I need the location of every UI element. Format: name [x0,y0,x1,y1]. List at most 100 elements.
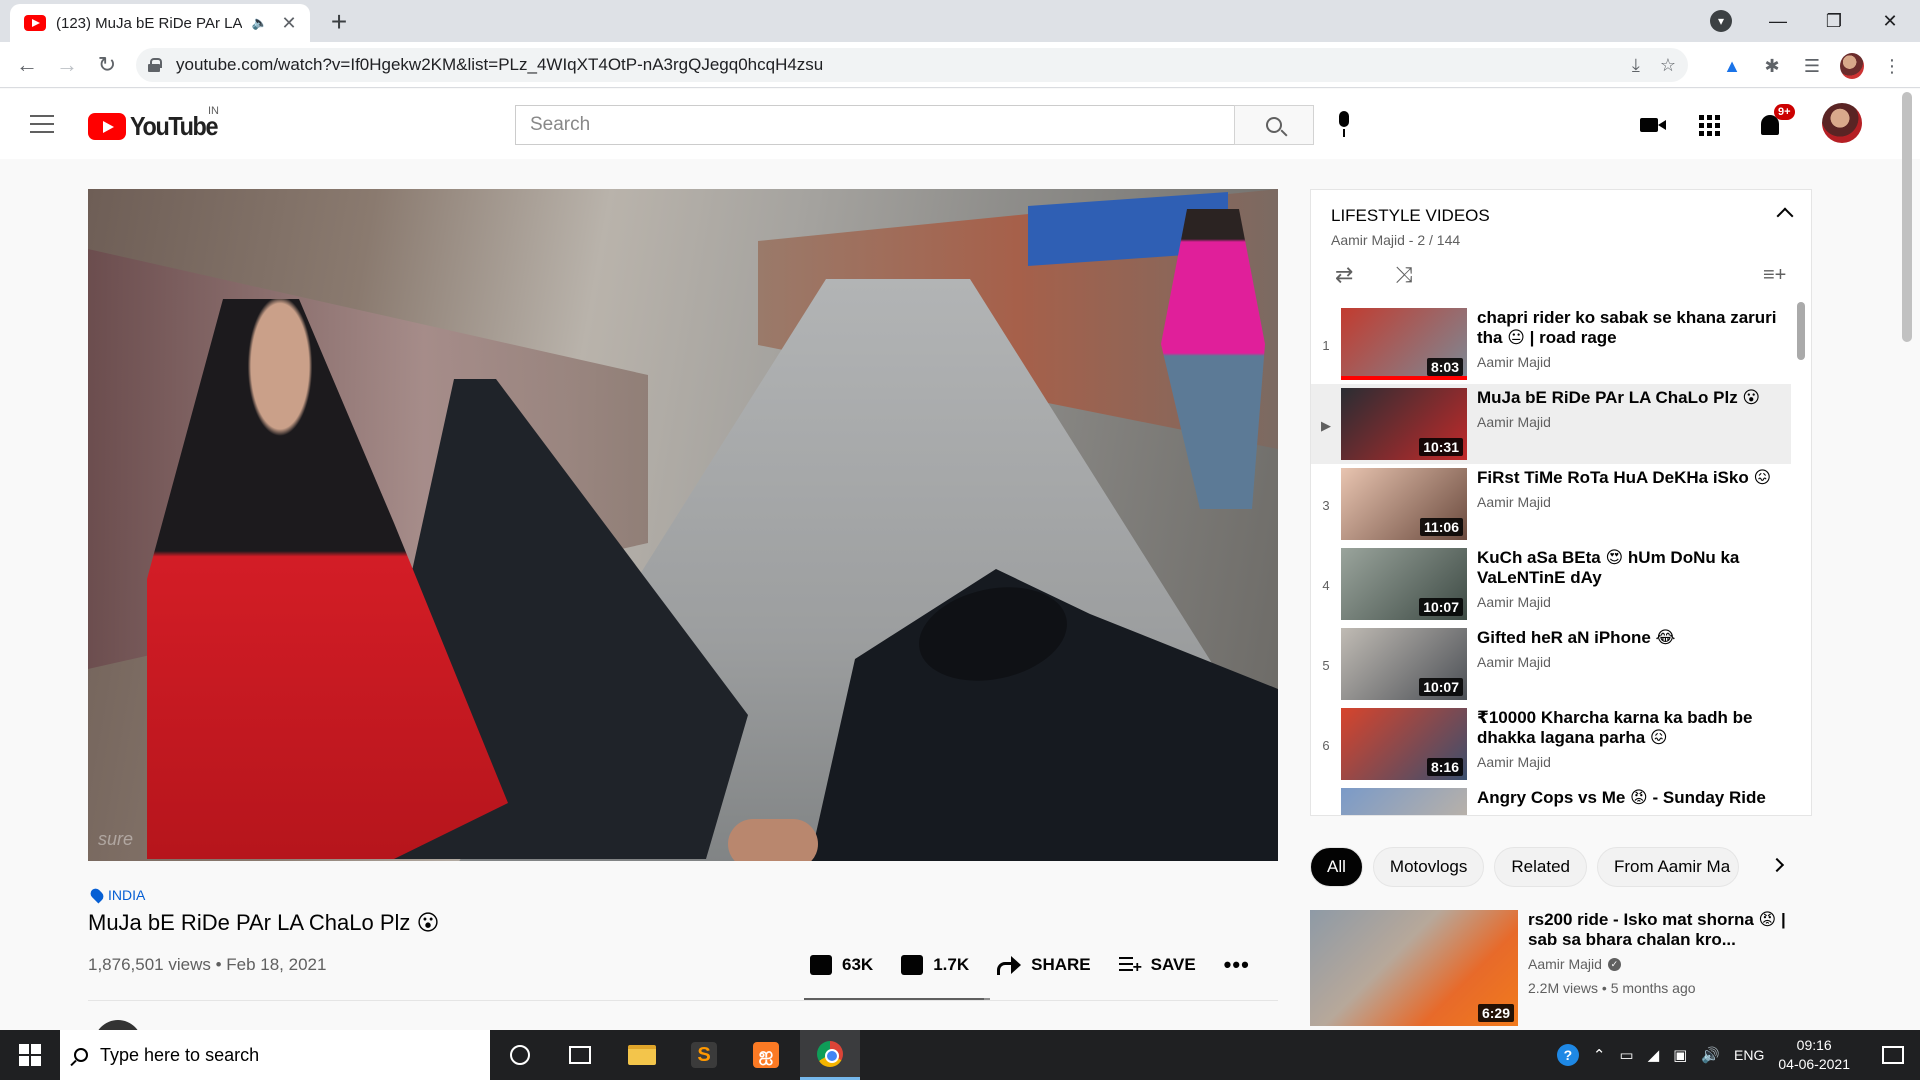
playlist-item-title[interactable]: FiRst TiMe RoTa HuA DeKHa iSko 😖 [1477,468,1777,488]
shuffle-playlist-icon[interactable]: ⤨ [1395,262,1413,288]
xampp-button[interactable]: ஐ [736,1030,796,1080]
playlist-item-thumbnail[interactable]: 10:07 [1341,548,1467,620]
maximize-button[interactable]: ❐ [1806,0,1862,42]
action-center-icon[interactable] [1882,1046,1904,1064]
address-bar[interactable]: youtube.com/watch?v=If0Hgekw2KM&list=PLz… [136,48,1688,82]
chip-from-channel[interactable]: From Aamir Ma [1597,847,1739,887]
apps-button[interactable] [1695,111,1723,139]
taskbar-search-box[interactable]: Type here to search [60,1030,490,1080]
playlist-item-title[interactable]: KuCh aSa BEta 😍 hUm DoNu ka VaLeNTinE dA… [1477,548,1777,588]
location-text[interactable]: INDIA [108,887,145,903]
location-link[interactable]: INDIA [88,886,145,904]
show-hidden-icons-icon[interactable]: ⌃ [1593,1046,1606,1064]
start-button[interactable] [0,1030,60,1080]
loop-playlist-icon[interactable]: ⇄ [1335,262,1353,288]
like-button[interactable]: 63K [810,955,873,975]
bookmark-star-icon[interactable]: ☆ [1660,55,1676,76]
playlist-item-title[interactable]: Angry Cops vs Me 😡 - Sunday Ride [1477,788,1777,808]
playlist-item[interactable]: 5 10:07 Gifted heR aN iPhone 😂 Aamir Majid [1311,624,1791,704]
more-actions-icon[interactable]: ••• [1224,952,1250,978]
share-button[interactable]: SHARE [997,955,1091,975]
collapse-playlist-icon[interactable] [1776,207,1794,225]
minimize-button[interactable]: — [1750,0,1806,42]
chip-motovlogs[interactable]: Motovlogs [1372,847,1485,887]
back-button[interactable]: ← [12,50,42,80]
playlist-item-thumbnail[interactable]: 11:06 [1341,468,1467,540]
recommended-title[interactable]: rs200 ride - Isko mat shorna 😡 | sab sa … [1528,910,1788,950]
playlist-item-thumbnail[interactable]: 10:31 [1341,388,1467,460]
playlist-item-title[interactable]: MuJa bE RiDe PAr LA ChaLo Plz 😮 [1477,388,1777,408]
playlist-item[interactable]: 4 10:07 KuCh aSa BEta 😍 hUm DoNu ka VaLeNT… [1311,544,1791,624]
playlist-scrollbar[interactable] [1797,302,1805,360]
playlist-items: 1 8:03 chapri rider ko sabak se khana zaru… [1311,304,1791,815]
clock[interactable]: 09:16 04-06-2021 [1778,1036,1850,1074]
extension-icon[interactable]: ▲ [1720,54,1744,78]
guide-menu-icon[interactable] [30,115,54,133]
search-button[interactable] [1234,105,1314,145]
volume-icon[interactable]: 🔊 [1701,1046,1720,1064]
playlist-item[interactable]: ▶ 10:31 MuJa bE RiDe PAr LA ChaLo Plz 😮 Aam… [1311,384,1791,464]
dislike-button[interactable]: 1.7K [901,955,969,975]
recommended-channel[interactable]: Aamir Majid ✓ [1528,956,1621,972]
close-window-button[interactable]: ✕ [1862,0,1918,42]
playlist-item[interactable]: 1 8:03 chapri rider ko sabak se khana zaru… [1311,304,1791,384]
network-icon[interactable]: ◢ [1648,1046,1660,1064]
tab-search-button[interactable]: ▾ [1710,10,1732,32]
meet-now-icon[interactable]: ▣ [1673,1046,1687,1064]
lock-icon[interactable] [148,58,162,72]
input-language[interactable]: ENG [1734,1047,1764,1063]
file-explorer-button[interactable] [612,1030,672,1080]
playlist-item[interactable]: Angry Cops vs Me 😡 - Sunday Ride [1311,784,1791,815]
create-video-button[interactable] [1635,111,1666,139]
playlist-title[interactable]: LIFESTYLE VIDEOS [1331,206,1490,226]
browser-tab-strip: (123) MuJa bE RiDe PAr LA C 🔈 ✕ + ▾ — ❐ … [0,0,1920,42]
search-input[interactable]: Search [515,105,1235,145]
playlist-item-thumbnail[interactable] [1341,788,1467,815]
playlist-item-title[interactable]: chapri rider ko sabak se khana zaruri th… [1477,308,1777,348]
reload-button[interactable]: ↻ [92,50,122,80]
battery-icon[interactable]: ▭ [1619,1046,1633,1064]
recommended-thumbnail[interactable]: 6:29 [1310,910,1518,1026]
video-player[interactable]: sure [88,189,1278,861]
help-icon[interactable]: ? [1556,1044,1579,1066]
video-title: MuJa bE RiDe PAr LA ChaLo Plz 😮 [88,910,440,935]
forward-button[interactable]: → [52,50,82,80]
clock-time: 09:16 [1796,1037,1832,1053]
profile-button[interactable] [1840,53,1864,79]
playlist-item[interactable]: 6 8:16 ₹10000 Kharcha karna ka badh be dha… [1311,704,1791,784]
clock-date: 04-06-2021 [1778,1056,1850,1072]
page-scrollbar[interactable] [1902,92,1912,342]
voice-search-icon[interactable] [1335,111,1353,139]
chip-all[interactable]: All [1310,847,1363,887]
save-button[interactable]: SAVE [1118,955,1196,977]
audio-playing-icon[interactable]: 🔈 [252,15,268,31]
browser-tab[interactable]: (123) MuJa bE RiDe PAr LA C 🔈 ✕ [10,4,310,42]
new-tab-button[interactable]: + [322,6,356,38]
playlist-item-title[interactable]: ₹10000 Kharcha karna ka badh be dhakka l… [1477,708,1777,748]
scooter-brand-text: sure [98,829,134,849]
account-avatar[interactable] [1822,103,1862,143]
chrome-taskbar-button[interactable] [800,1030,860,1080]
sublime-text-button[interactable]: S [674,1030,734,1080]
playlist-item[interactable]: 3 11:06 FiRst TiMe RoTa HuA DeKHa iSko 😖 Aa… [1311,464,1791,544]
thumbs-down-icon [901,955,924,975]
youtube-logo[interactable]: YouTube [88,111,227,142]
task-view-button[interactable] [550,1030,610,1080]
extensions-puzzle-icon[interactable]: ✱ [1760,54,1784,78]
playlist-item-thumbnail[interactable]: 10:07 [1341,628,1467,700]
url-text[interactable]: youtube.com/watch?v=If0Hgekw2KM&list=PLz… [176,55,1612,75]
chrome-menu-icon[interactable]: ⋮ [1880,54,1904,78]
playlist-item-thumbnail[interactable]: 8:16 [1341,708,1467,780]
thumbs-up-icon [810,955,832,975]
install-app-icon[interactable]: ⤓ [1632,55,1640,76]
save-playlist-icon[interactable]: ≡+ [1763,264,1786,287]
playlist-item-title[interactable]: Gifted heR aN iPhone 😂 [1477,628,1777,648]
tab-close-icon[interactable]: ✕ [278,13,300,34]
cortana-button[interactable] [490,1030,550,1080]
playlist-item-thumbnail[interactable]: 8:03 [1341,308,1467,380]
youtube-logo-text: YouTube [130,111,219,141]
chips-next-arrow-icon[interactable] [1769,857,1785,873]
reading-list-icon[interactable]: ☰ [1800,54,1824,78]
recommended-video[interactable]: 6:29 rs200 ride - Isko mat shorna 😡 | sa… [1310,910,1800,1026]
chip-related[interactable]: Related [1494,847,1587,887]
